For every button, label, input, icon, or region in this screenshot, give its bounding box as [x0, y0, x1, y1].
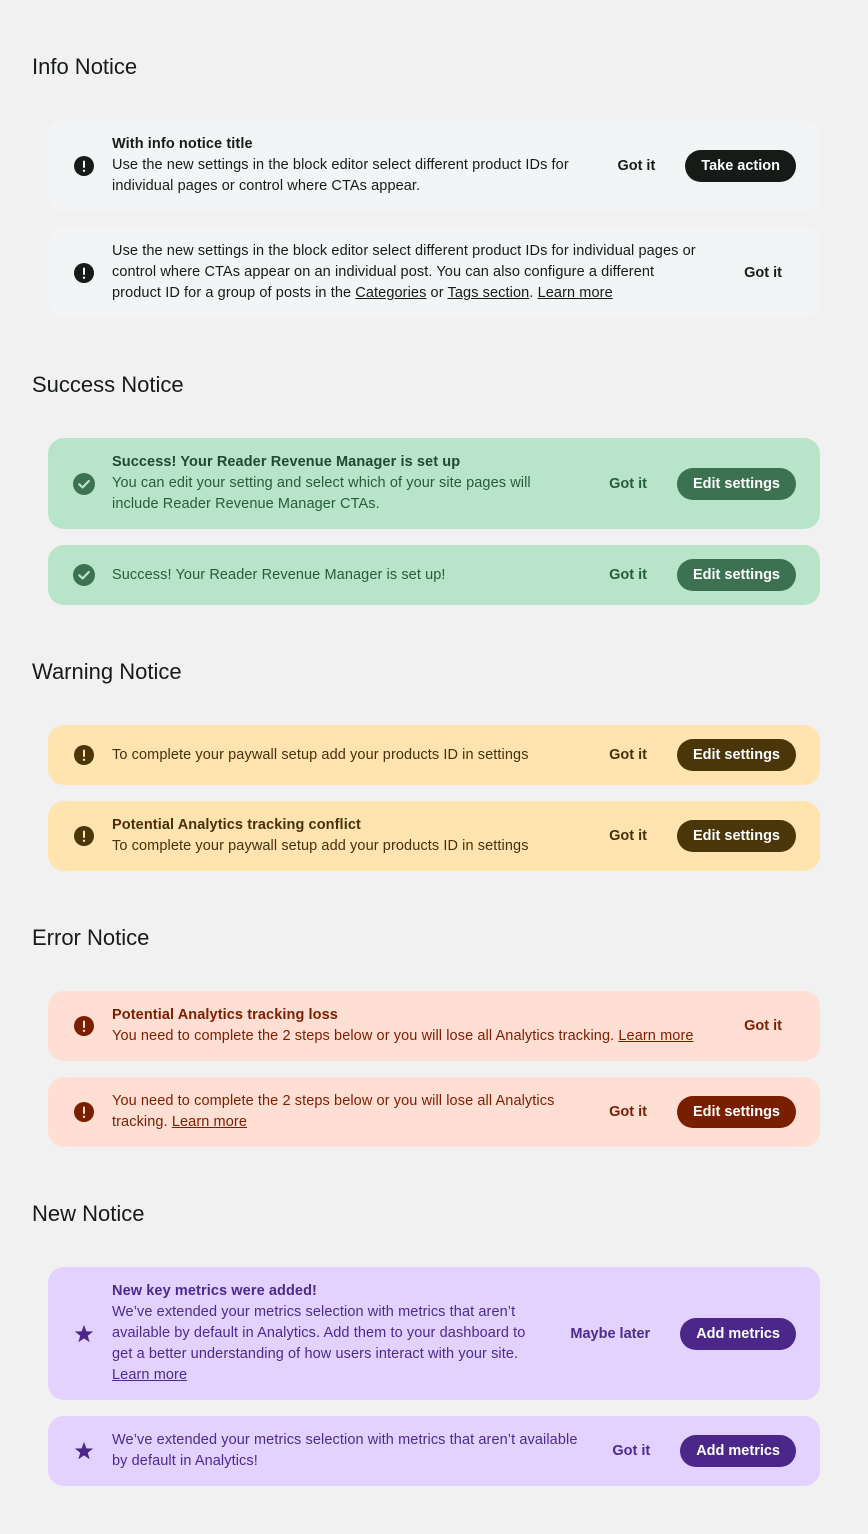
notice-description: To complete your paywall setup add your … [112, 746, 529, 763]
notice-description: To complete your paywall setup add your … [112, 838, 529, 854]
notice-description: You can edit your setting and select whi… [112, 475, 531, 512]
got-it-button[interactable]: Got it [595, 559, 661, 591]
take-action-button[interactable]: Take action [685, 149, 796, 182]
notice-content: You need to complete the 2 steps below o… [112, 1091, 579, 1133]
edit-settings-button[interactable]: Edit settings [676, 739, 796, 771]
edit-settings-button[interactable]: Edit settings [676, 467, 796, 500]
notices-page: Info Notice With info notice title Use t… [0, 0, 868, 1534]
notice-description: Use the new settings in the block editor… [112, 157, 569, 194]
notice-content: We’ve extended your metrics selection wi… [112, 1430, 582, 1472]
error-notice-simple: You need to complete the 2 steps below o… [48, 1077, 820, 1147]
edit-settings-button[interactable]: Edit settings [676, 559, 796, 591]
exclamation-circle-icon [72, 1100, 96, 1124]
got-it-button[interactable]: Got it [730, 1010, 796, 1042]
section-title-success: Success Notice [32, 372, 184, 397]
edit-settings-button[interactable]: Edit settings [676, 820, 796, 852]
add-metrics-button[interactable]: Add metrics [680, 1317, 796, 1350]
notice-description: You need to complete the 2 steps below o… [112, 1028, 619, 1044]
add-metrics-button[interactable]: Add metrics [680, 1435, 796, 1467]
success-notice-simple: Success! Your Reader Revenue Manager is … [48, 545, 820, 605]
section-title-new: New Notice [32, 1201, 145, 1226]
categories-link[interactable]: Categories [355, 285, 426, 301]
check-circle-icon [72, 472, 96, 496]
warning-notice-simple: To complete your paywall setup add your … [48, 725, 820, 785]
info-notice-with-links: Use the new settings in the block editor… [48, 227, 820, 318]
notice-content: Success! Your Reader Revenue Manager is … [112, 452, 579, 515]
notice-description: Success! Your Reader Revenue Manager is … [112, 566, 446, 583]
notice-actions: Got it Edit settings [595, 820, 796, 852]
notice-content: Potential Analytics tracking loss You ne… [112, 1005, 714, 1047]
notice-content: Use the new settings in the block editor… [112, 241, 714, 304]
notice-actions: Maybe later Add metrics [556, 1317, 796, 1350]
notice-title: Success! Your Reader Revenue Manager is … [112, 454, 461, 470]
exclamation-circle-icon [72, 154, 96, 178]
error-notice-with-title: Potential Analytics tracking loss You ne… [48, 991, 820, 1061]
got-it-button[interactable]: Got it [595, 820, 661, 852]
exclamation-circle-icon [72, 824, 96, 848]
got-it-button[interactable]: Got it [730, 257, 796, 289]
check-circle-icon [72, 563, 96, 587]
info-notice-with-title: With info notice title Use the new setti… [48, 120, 820, 211]
notice-description-period: . [529, 285, 538, 301]
new-notice-simple: We’ve extended your metrics selection wi… [48, 1416, 820, 1486]
new-notice-with-title: New key metrics were added! We’ve extend… [48, 1267, 820, 1400]
learn-more-link[interactable]: Learn more [112, 1367, 187, 1383]
notice-title: Potential Analytics tracking loss [112, 1007, 338, 1023]
star-icon [72, 1322, 96, 1346]
learn-more-link[interactable]: Learn more [172, 1114, 247, 1130]
got-it-button[interactable]: Got it [595, 739, 661, 771]
notice-actions: Got it Take action [603, 149, 796, 182]
section-title-warning: Warning Notice [32, 659, 182, 684]
notice-content: With info notice title Use the new setti… [112, 134, 587, 197]
notice-description: We’ve extended your metrics selection wi… [112, 1304, 526, 1362]
notice-content: New key metrics were added! We’ve extend… [112, 1281, 540, 1386]
notice-description: We’ve extended your metrics selection wi… [112, 1432, 578, 1469]
learn-more-link[interactable]: Learn more [538, 285, 613, 301]
exclamation-circle-icon [72, 261, 96, 285]
got-it-button[interactable]: Got it [603, 150, 669, 182]
notice-content: Potential Analytics tracking conflict To… [112, 815, 579, 857]
got-it-button[interactable]: Got it [595, 1096, 661, 1128]
got-it-button[interactable]: Got it [595, 468, 661, 500]
notice-content: Success! Your Reader Revenue Manager is … [112, 565, 579, 586]
got-it-button[interactable]: Got it [598, 1435, 664, 1467]
edit-settings-button[interactable]: Edit settings [676, 1096, 796, 1128]
section-title-info: Info Notice [32, 54, 138, 79]
section-title-error: Error Notice [32, 925, 150, 950]
star-icon [72, 1439, 96, 1463]
exclamation-circle-icon [72, 1014, 96, 1038]
notice-title: With info notice title [112, 136, 253, 152]
success-notice-with-title: Success! Your Reader Revenue Manager is … [48, 438, 820, 529]
notice-content: To complete your paywall setup add your … [112, 745, 579, 766]
exclamation-circle-icon [72, 743, 96, 767]
learn-more-link[interactable]: Learn more [618, 1028, 693, 1044]
notice-actions: Got it Edit settings [595, 559, 796, 591]
notice-actions: Got it [730, 1010, 796, 1042]
notice-title: Potential Analytics tracking conflict [112, 817, 361, 833]
notice-actions: Got it Edit settings [595, 739, 796, 771]
maybe-later-button[interactable]: Maybe later [556, 1318, 664, 1350]
notice-actions: Got it Edit settings [595, 1096, 796, 1128]
notice-actions: Got it Edit settings [595, 467, 796, 500]
notice-description-or: or [426, 285, 448, 301]
notice-actions: Got it [730, 257, 796, 289]
warning-notice-with-title: Potential Analytics tracking conflict To… [48, 801, 820, 871]
notice-title: New key metrics were added! [112, 1283, 317, 1299]
tags-section-link[interactable]: Tags section [448, 285, 530, 301]
notice-actions: Got it Add metrics [598, 1435, 796, 1467]
